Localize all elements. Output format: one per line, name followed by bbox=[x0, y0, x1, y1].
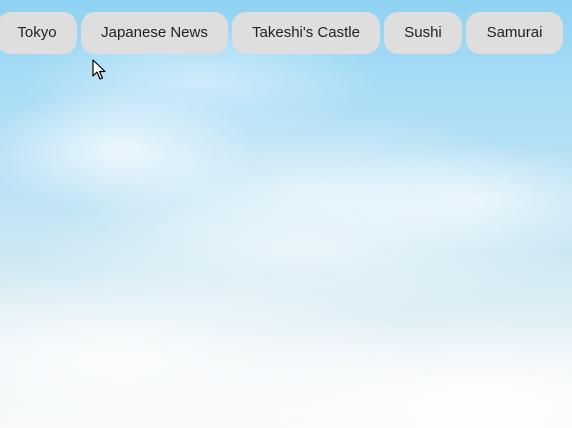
tab-tokyo[interactable]: Tokyo bbox=[0, 12, 77, 54]
sky-background bbox=[0, 0, 572, 428]
tab-takeshis-castle[interactable]: Takeshi's Castle bbox=[232, 12, 380, 54]
mouse-pointer-icon bbox=[92, 59, 106, 80]
tab-japanese-news[interactable]: Japanese News bbox=[81, 12, 228, 54]
tab-sushi[interactable]: Sushi bbox=[384, 12, 462, 54]
tab-samurai[interactable]: Samurai bbox=[466, 12, 563, 54]
